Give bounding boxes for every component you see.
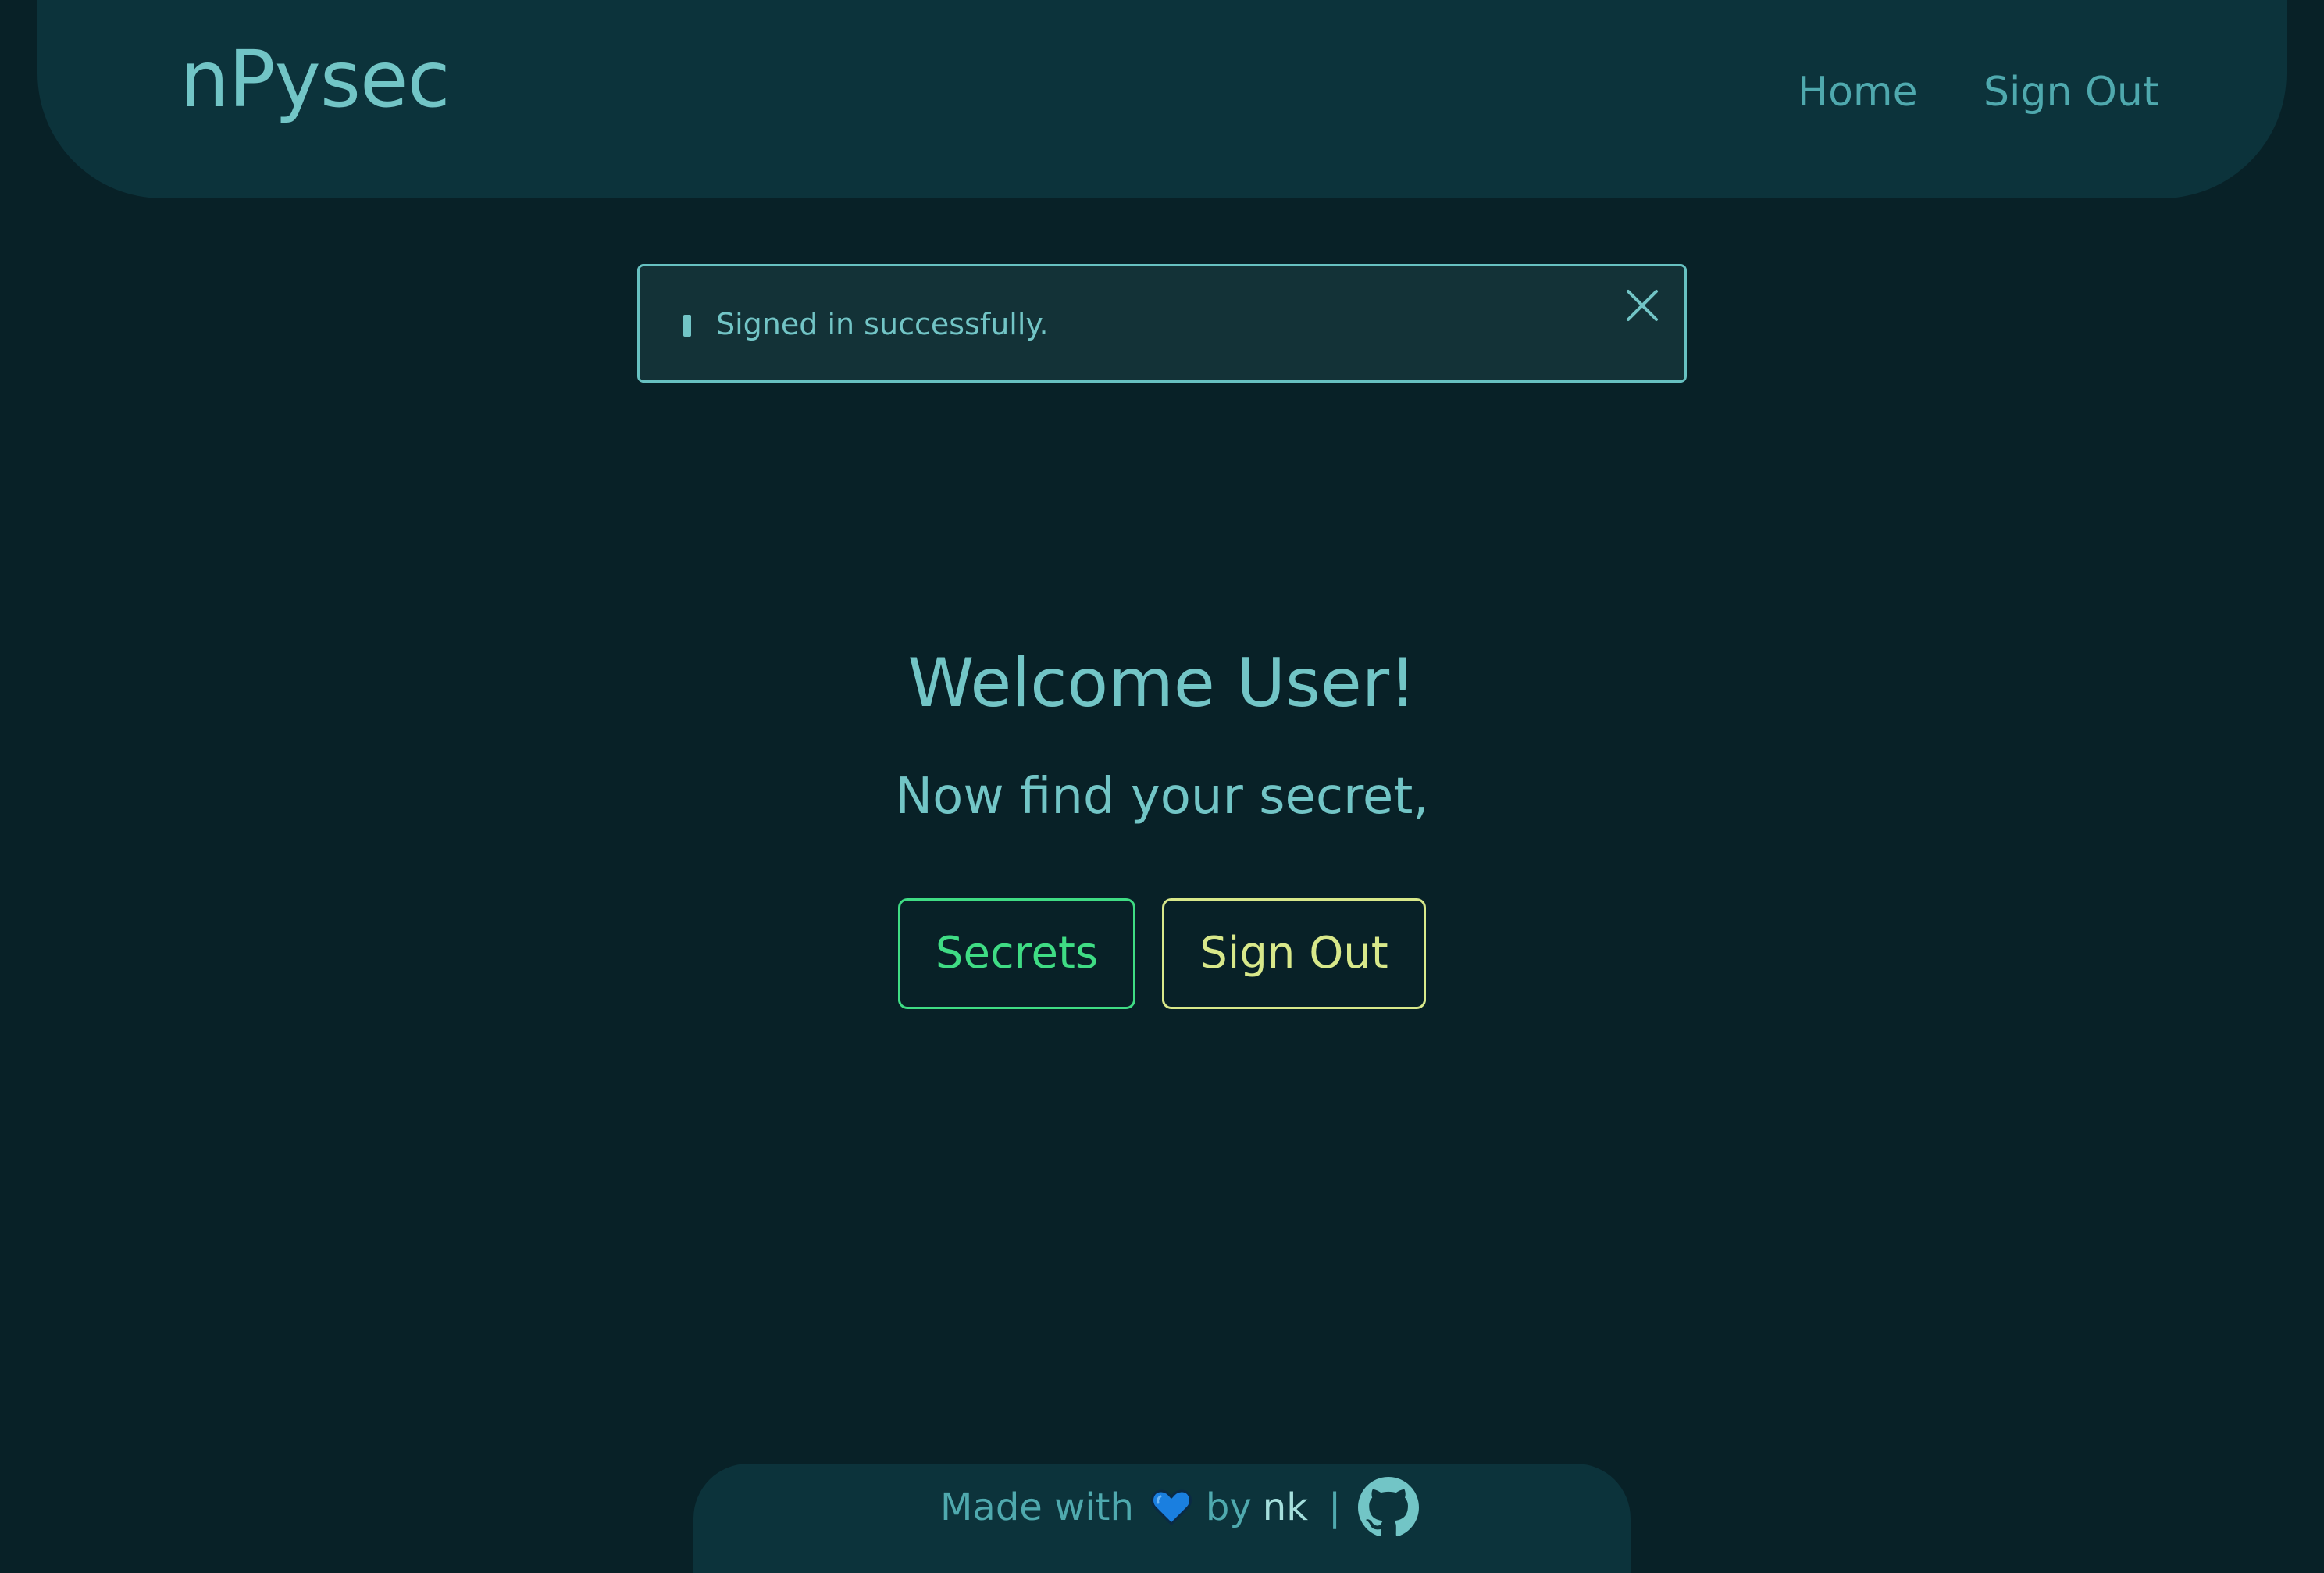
close-icon[interactable] [1622,285,1663,326]
nav-link-sign-out[interactable]: Sign Out [1984,72,2158,112]
footer-author-link[interactable]: nk [1263,1489,1308,1526]
alert-indicator-icon [683,315,691,337]
brand-logo-text[interactable]: nPysec [180,41,450,119]
welcome-subtitle: Now find your secret, [895,768,1429,826]
flash-message: Signed in successfully. [716,307,1049,341]
footer-credits: Made with by nk | [940,1476,1420,1539]
navbar: nPysec Home Sign Out [37,0,2287,198]
flash-alert: Signed in successfully. [637,264,1687,383]
nav-link-home[interactable]: Home [1798,72,1918,112]
footer-by-text: by [1205,1486,1252,1529]
welcome-heading: Welcome User! [907,644,1417,722]
secrets-button[interactable]: Secrets [898,898,1135,1009]
github-icon[interactable] [1358,1477,1420,1538]
footer: Made with by nk | [693,1464,1631,1573]
blue-heart-icon [1150,1489,1192,1526]
footer-made-with-text: Made with [940,1486,1134,1529]
sign-out-button[interactable]: Sign Out [1162,898,1426,1009]
footer-separator: | [1328,1486,1342,1529]
